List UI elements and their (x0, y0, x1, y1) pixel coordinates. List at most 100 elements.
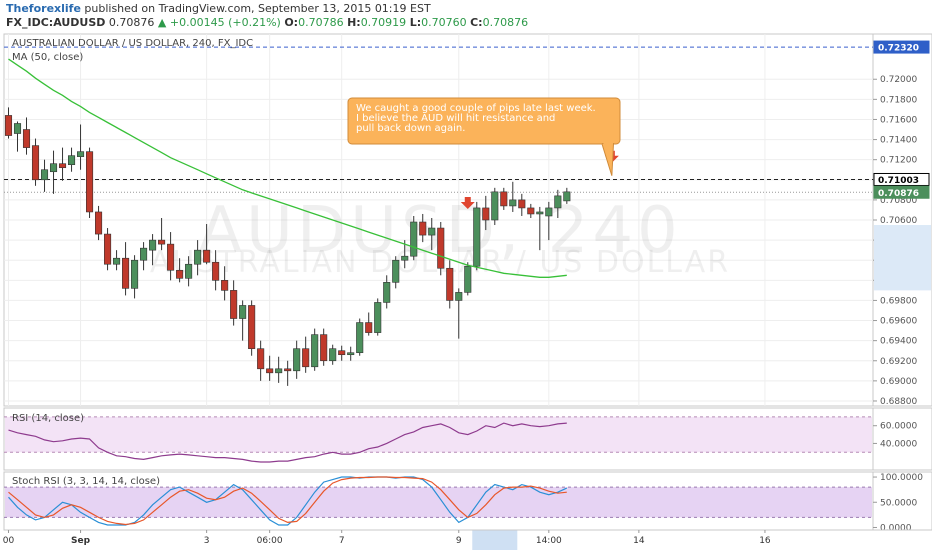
rsi-title: RSI (14, close) (12, 413, 84, 424)
open-label: O: (284, 16, 299, 29)
price-scale-highlight (874, 225, 931, 291)
candle-down (257, 348, 265, 370)
stoch-band (5, 487, 872, 518)
y-tick-label: 0.69000 (880, 377, 917, 387)
low-label: L: (409, 16, 422, 29)
candle-up (131, 259, 139, 289)
open-value: 0.70786 (298, 16, 344, 29)
symbol-label[interactable]: FX_IDC:AUDUSD (6, 16, 105, 29)
candle-up (473, 207, 481, 267)
callout-text: pull back down again. (356, 123, 465, 134)
stoch-tick-label: 100.0000 (880, 473, 923, 483)
y-tick-label: 0.72000 (880, 75, 917, 85)
candle-down (320, 334, 328, 362)
x-tick-label: 16 (759, 536, 771, 546)
candle-down (365, 322, 373, 333)
candle-up (185, 263, 193, 279)
time-axis[interactable]: 00 Sep 3 06:00 7 9 14:00 14 16 (3, 529, 932, 550)
candle-up (509, 199, 517, 207)
y-tick-label: 0.71800 (880, 95, 917, 105)
candle-up (428, 227, 436, 236)
y-tick-label: 0.71600 (880, 115, 917, 125)
candle-up (554, 195, 562, 209)
candle-down (158, 239, 166, 245)
close-value: 0.70876 (482, 16, 529, 29)
candle-down (302, 348, 310, 368)
low-value: 0.70760 (421, 16, 467, 29)
price-tag-label: 0.72320 (878, 44, 919, 54)
candle-down (482, 207, 490, 221)
chart-header: Theforexlife published on TradingView.co… (0, 0, 932, 30)
rsi-tick-label: 60.0000 (880, 422, 917, 432)
y-tick-label: 0.70600 (880, 216, 917, 226)
candle-down (230, 290, 238, 319)
x-tick-label: 7 (339, 536, 345, 546)
candle-up (401, 255, 409, 261)
candle-up (329, 348, 337, 362)
rsi-band (5, 416, 872, 453)
x-tick-label: 9 (456, 536, 462, 546)
candle-up (374, 302, 382, 333)
candle-down (203, 249, 211, 263)
stoch-rsi-pane[interactable]: 100.0000 50.0000 0.0000 Stoch RSI (3, 3, 14… (3, 471, 932, 533)
high-label: H: (347, 16, 361, 29)
price-tag-label: 0.71003 (878, 176, 919, 186)
candle-up (67, 155, 76, 166)
candle-up (455, 292, 463, 301)
candle-down (86, 151, 94, 213)
y-tick-label: 0.68800 (880, 397, 917, 407)
y-tick-label: 0.71200 (880, 156, 917, 166)
candle-up (392, 259, 400, 283)
candle-down (446, 267, 454, 301)
stoch-title: Stoch RSI (3, 3, 14, 14, close) (12, 476, 160, 487)
y-tick-label: 0.71400 (880, 136, 917, 146)
candle-up (563, 191, 571, 202)
candle-up (13, 123, 22, 134)
publish-info: published on TradingView.com, September … (80, 2, 431, 15)
chart-area[interactable]: 0.72000 0.71800 0.71600 0.71400 0.71200 0.710… (0, 30, 932, 550)
y-tick-label: 0.69800 (880, 296, 917, 306)
x-tick-label: 06:00 (257, 536, 283, 546)
high-value: 0.70919 (360, 16, 407, 29)
price-tag-label: 0.70876 (878, 189, 919, 199)
candle-down (419, 221, 427, 236)
candle-down (212, 261, 220, 281)
rsi-tick-label: 40.0000 (880, 439, 917, 449)
x-tick-label: 00 (3, 536, 15, 546)
candle-up (149, 239, 157, 251)
candle-down (518, 199, 526, 209)
candle-down (248, 305, 256, 349)
candle-up (356, 322, 364, 354)
candle-up (311, 334, 319, 368)
candle-up (545, 207, 553, 217)
candle-up (140, 247, 148, 261)
x-tick-label: Sep (71, 536, 91, 546)
x-tick-label: 14:00 (536, 536, 562, 546)
candle-up (113, 257, 121, 265)
candle-up (464, 265, 472, 293)
candle-up (194, 249, 202, 265)
x-tick-label: 14 (633, 536, 645, 546)
stoch-tick-label: 50.0000 (880, 498, 917, 508)
rsi-pane[interactable]: 60.0000 40.0000 RSI (14, close) (3, 407, 932, 471)
candle-down (437, 227, 445, 269)
candle-down (221, 280, 229, 291)
y-tick-label: 0.69600 (880, 317, 917, 327)
candle-up (40, 169, 49, 181)
candle-up (275, 368, 283, 374)
price-change: ▲ +0.00145 (+0.21%) (157, 16, 281, 29)
candle-down (122, 257, 130, 289)
candle-up (49, 163, 58, 173)
candle-down (95, 211, 103, 235)
candle-down (266, 368, 274, 374)
candle-down (22, 129, 31, 148)
candle-down (104, 233, 112, 265)
candle-down (500, 191, 508, 207)
candle-up (77, 151, 85, 157)
author-link[interactable]: Theforexlife (6, 2, 81, 15)
candle-up (410, 221, 418, 257)
candle-up (491, 191, 499, 221)
ma-legend: MA (50, close) (12, 52, 83, 63)
candle-down (338, 350, 346, 356)
last-price: 0.70876 (108, 16, 155, 29)
